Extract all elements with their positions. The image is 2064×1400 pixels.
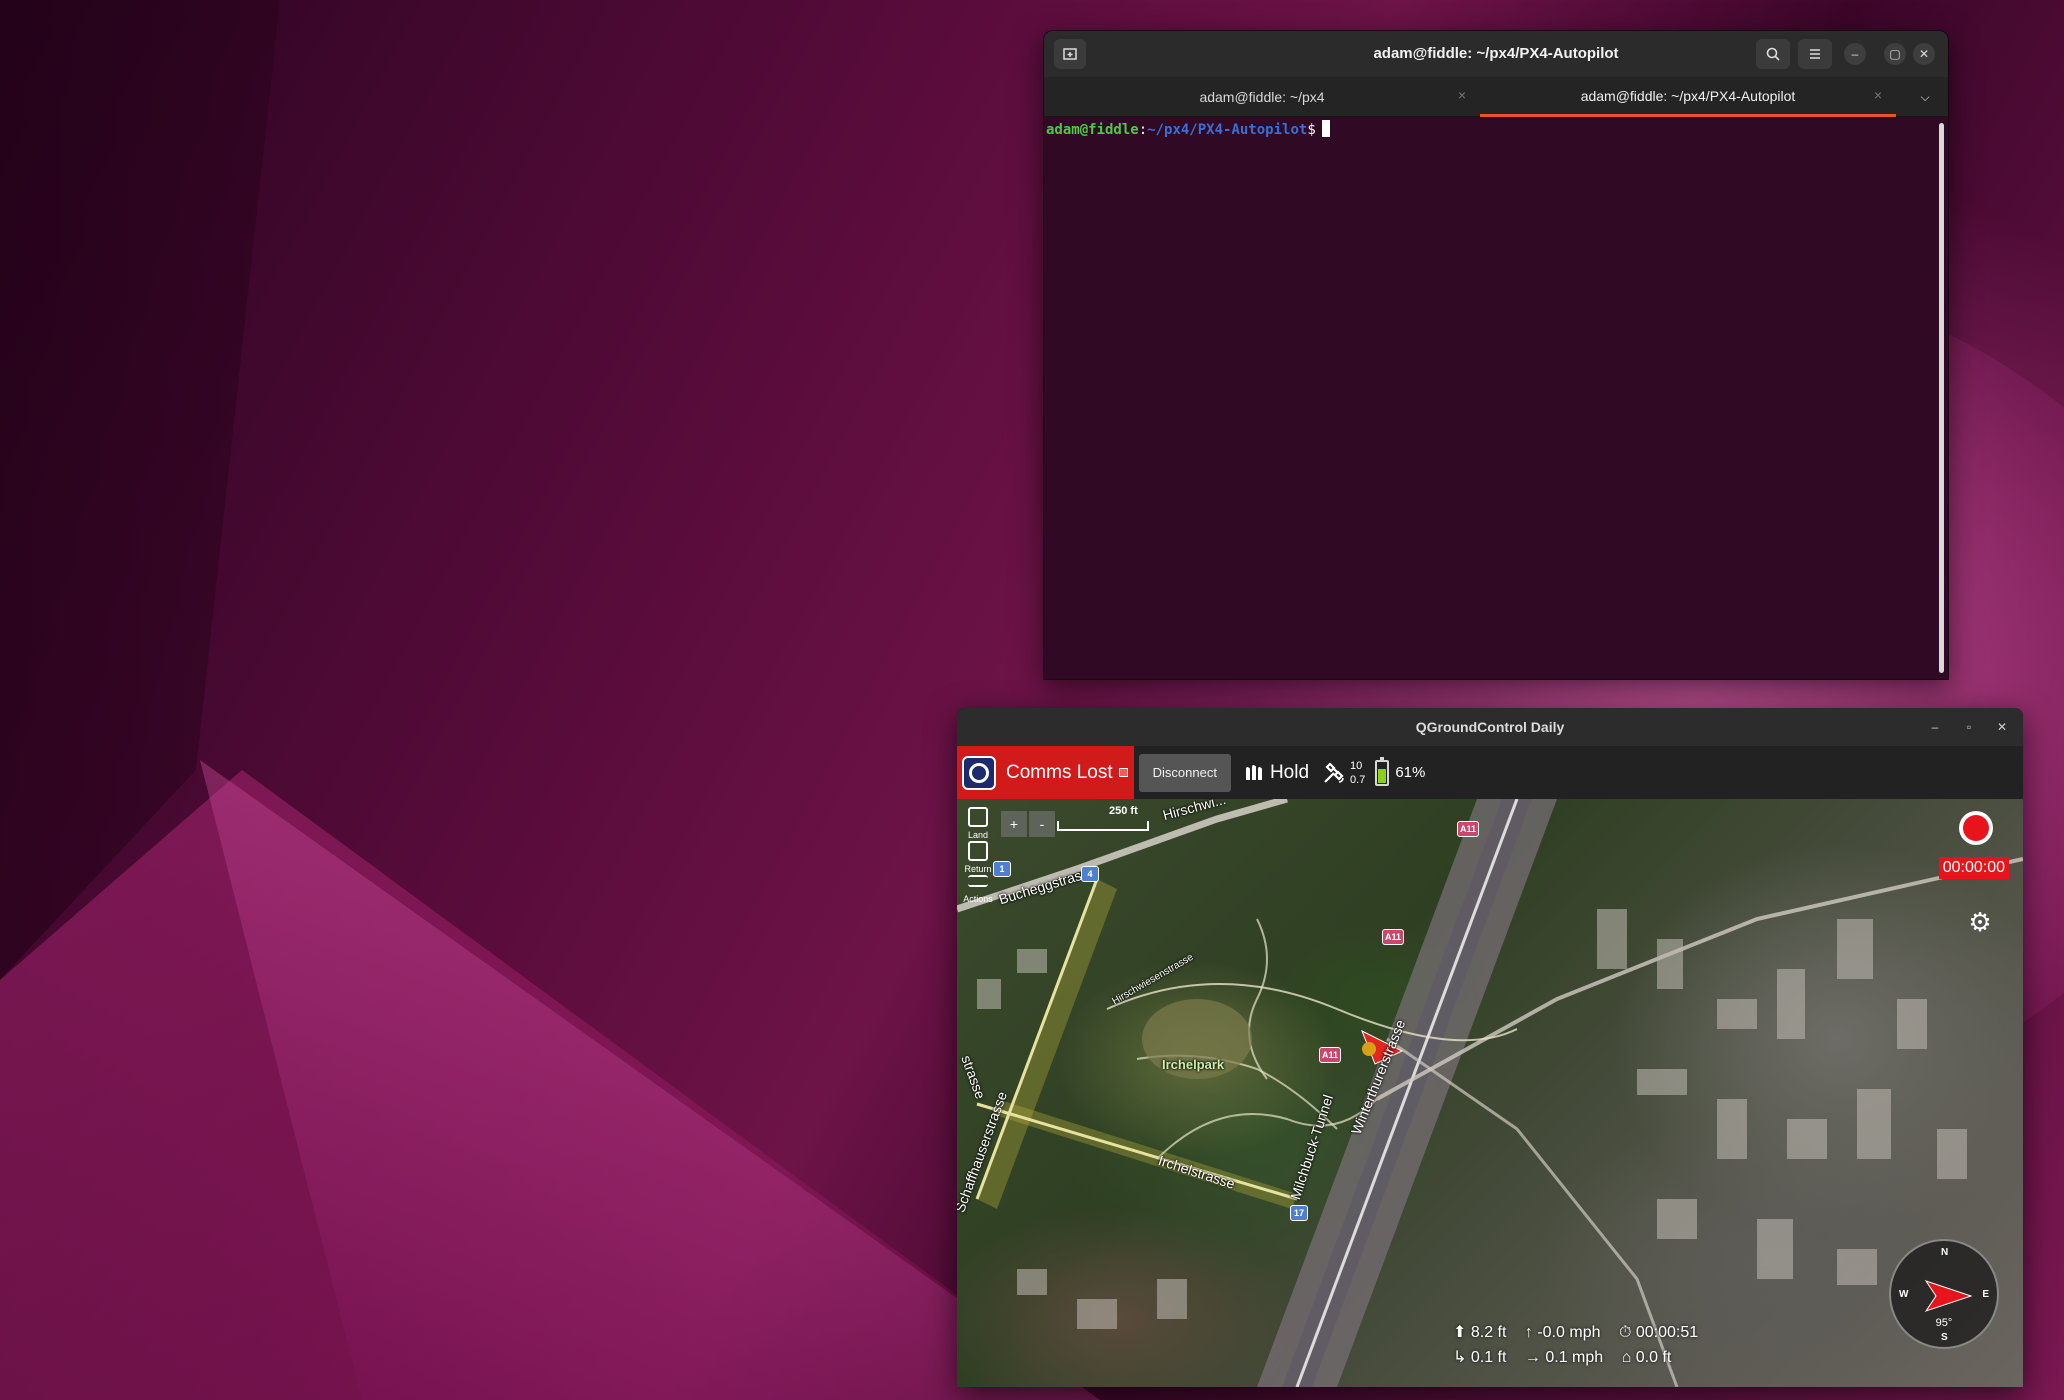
gps-hdop: 0.7 xyxy=(1350,773,1366,786)
heading-arrow-icon xyxy=(1924,1280,1973,1312)
tab-close-icon[interactable]: × xyxy=(1874,87,1882,103)
gps-indicator[interactable]: 10 0.7 xyxy=(1321,759,1365,787)
battery-indicator[interactable]: 61% xyxy=(1375,756,1426,786)
return-label: Return xyxy=(964,864,992,874)
terminal-headerbar: adam@fiddle: ~/px4/PX4-Autopilot – ▢ ✕ xyxy=(1044,31,1948,77)
satellite-icon xyxy=(1324,761,1344,783)
gps-satellite-count: 10 xyxy=(1350,759,1363,772)
tab-close-icon[interactable]: × xyxy=(1458,87,1466,103)
prompt-separator: : xyxy=(1138,122,1148,138)
map-scale-label: 250 ft xyxy=(1109,805,1138,817)
road-shield-a11: A11 xyxy=(1457,821,1479,837)
map-view[interactable]: Land Return Actions + - 250 ft Hirschwi.… xyxy=(957,799,2023,1387)
prompt-user: adam@fiddle xyxy=(1046,122,1139,138)
comms-status-text: Comms Lost xyxy=(1006,761,1113,783)
prompt-dollar: $ xyxy=(1307,122,1316,138)
close-button[interactable]: ✕ xyxy=(1913,43,1935,65)
qgc-logo-icon[interactable] xyxy=(962,755,996,790)
qgc-window: QGroundControl Daily – ▫ ✕ Comms Lost Di… xyxy=(957,708,2023,1387)
map-scale-bar xyxy=(1057,821,1149,831)
minimize-button[interactable]: – xyxy=(1925,717,1945,737)
text-cursor xyxy=(1321,120,1330,137)
flight-mode-label: Hold xyxy=(1269,761,1310,783)
terminal-window: adam@fiddle: ~/px4/PX4-Autopilot – ▢ ✕ a… xyxy=(1043,30,1949,680)
disconnect-button[interactable]: Disconnect xyxy=(1138,753,1231,792)
actions-icon xyxy=(968,875,988,887)
map-label-irchelpark: Irchelpark xyxy=(1162,1057,1225,1072)
hamburger-icon xyxy=(1810,49,1820,59)
battery-percent: 61% xyxy=(1395,764,1426,781)
flight-time-value: ⏱ 00:00:51 xyxy=(1618,1324,1699,1341)
home-distance-value: ⌂ 0.0 ft xyxy=(1621,1349,1672,1366)
road-shield-1: 1 xyxy=(993,861,1011,877)
gear-icon[interactable]: ⚙ xyxy=(1967,909,1993,935)
vertical-speed-value: ↑ -0.0 mph xyxy=(1524,1324,1601,1341)
record-timer: 00:00:00 xyxy=(1938,857,2009,879)
terminal-output[interactable]: adam@fiddle:~/px4/PX4-Autopilot$ xyxy=(1044,117,1948,679)
altitude-value: ⬆ 8.2 ft xyxy=(1453,1324,1507,1341)
flag-icon xyxy=(1118,768,1128,777)
road-shield-4: 4 xyxy=(1081,866,1099,882)
zoom-out-button[interactable]: - xyxy=(1029,811,1055,837)
record-icon xyxy=(1963,815,1989,841)
land-tool[interactable]: Land xyxy=(959,807,997,840)
battery-icon xyxy=(1375,756,1390,786)
telemetry-panel: ⬆ 8.2 ft ↑ -0.0 mph ⏱ 00:00:51 ↳ 0.1 ft … xyxy=(1453,1320,1712,1370)
maximize-button[interactable]: ▢ xyxy=(1884,43,1906,65)
qgc-toolbar: Comms Lost Disconnect Hold 10 0.7 61% xyxy=(957,746,2023,799)
chevron-down-icon: ⌵ xyxy=(1920,89,1930,104)
tab-px4[interactable]: adam@fiddle: ~/px4 × xyxy=(1044,77,1480,117)
maximize-button[interactable]: ▫ xyxy=(1959,717,1979,737)
record-button[interactable] xyxy=(1959,811,1993,845)
land-icon xyxy=(968,807,988,827)
terminal-scrollbar[interactable] xyxy=(1939,123,1944,673)
qgc-titlebar: QGroundControl Daily – ▫ ✕ xyxy=(957,708,2023,746)
horizontal-speed-value: → 0.1 mph xyxy=(1524,1349,1604,1366)
minimize-button[interactable]: – xyxy=(1844,43,1866,65)
close-button[interactable]: ✕ xyxy=(1992,717,2012,737)
comms-status-indicator[interactable]: Comms Lost xyxy=(957,746,1134,799)
land-label: Land xyxy=(967,830,989,840)
actions-label: Actions xyxy=(963,894,993,904)
window-title: QGroundControl Daily xyxy=(1415,719,1565,735)
tab-label: adam@fiddle: ~/px4 xyxy=(1199,89,1325,105)
actions-tool[interactable]: Actions xyxy=(959,875,997,904)
return-icon xyxy=(968,841,988,861)
search-icon xyxy=(1766,47,1780,61)
return-tool[interactable]: Return xyxy=(959,841,997,874)
distance-value: ↳ 0.1 ft xyxy=(1453,1349,1507,1366)
tab-list-button[interactable]: ⌵ xyxy=(1912,85,1938,109)
search-button[interactable] xyxy=(1756,39,1790,69)
tab-px4-autopilot[interactable]: adam@fiddle: ~/px4/PX4-Autopilot × xyxy=(1480,77,1896,117)
map-roads xyxy=(957,799,2023,1387)
zoom-in-button[interactable]: + xyxy=(1001,811,1027,837)
menu-button[interactable] xyxy=(1798,39,1832,69)
road-shield-a11: A11 xyxy=(1382,929,1404,945)
tab-label: adam@fiddle: ~/px4/PX4-Autopilot xyxy=(1580,87,1796,104)
compass-widget: N E S W 95° xyxy=(1889,1239,1999,1349)
flight-mode-selector[interactable]: Hold xyxy=(1245,762,1309,784)
compass-heading: 95° xyxy=(1935,1317,1953,1329)
flight-mode-icon xyxy=(1245,764,1262,780)
terminal-tabbar: adam@fiddle: ~/px4 × adam@fiddle: ~/px4/… xyxy=(1044,77,1948,117)
road-shield-a11: A11 xyxy=(1319,1047,1341,1063)
road-shield-17: 17 xyxy=(1290,1205,1308,1221)
prompt-path: ~/px4/PX4-Autopilot xyxy=(1147,122,1308,138)
